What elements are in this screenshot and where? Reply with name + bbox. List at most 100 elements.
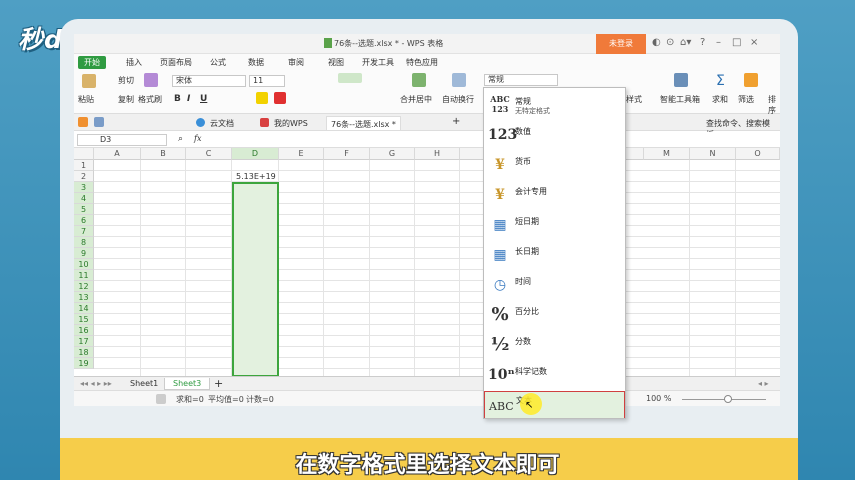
font-name-select[interactable]: 宋体 (172, 75, 246, 87)
selected-range-d3-d19[interactable] (232, 182, 279, 377)
smart-toolbox-button[interactable]: 智能工具箱 (660, 94, 700, 105)
row-header-13[interactable]: 13 (74, 292, 94, 303)
close-icon[interactable]: × (750, 37, 758, 48)
row-header-11[interactable]: 11 (74, 270, 94, 281)
merge-center-icon[interactable] (412, 73, 426, 87)
add-sheet-button[interactable]: + (206, 378, 231, 390)
minimize-icon[interactable]: – (716, 37, 721, 48)
zoom-level[interactable]: 100 % (646, 394, 671, 403)
macro-icon[interactable] (156, 394, 166, 404)
font-color-icon[interactable] (274, 92, 286, 104)
add-tab-button[interactable]: + (448, 116, 464, 130)
align-icon[interactable] (338, 73, 362, 83)
zoom-slider-handle[interactable] (724, 395, 732, 403)
row-header-16[interactable]: 16 (74, 325, 94, 336)
menu-view[interactable]: 视图 (328, 57, 344, 68)
row-header-15[interactable]: 15 (74, 314, 94, 325)
column-header-a[interactable]: A (94, 148, 141, 160)
column-header-b[interactable]: B (141, 148, 186, 160)
cut-button[interactable]: 剪切 (118, 75, 134, 86)
login-button[interactable]: 未登录 (596, 34, 646, 54)
row-header-4[interactable]: 4 (74, 193, 94, 204)
skin-icon[interactable]: ◐ (652, 37, 661, 48)
row-header-6[interactable]: 6 (74, 215, 94, 226)
row-header-1[interactable]: 1 (74, 160, 94, 171)
row-header-10[interactable]: 10 (74, 259, 94, 270)
merge-center-button[interactable]: 合并居中 (400, 94, 432, 105)
select-all-corner[interactable] (74, 148, 94, 160)
format-option-percentage[interactable]: % 百分比 (484, 300, 625, 330)
menu-data[interactable]: 数据 (248, 57, 264, 68)
format-option-accounting[interactable]: ¥ 会计专用 (484, 180, 625, 210)
row-header-18[interactable]: 18 (74, 347, 94, 358)
format-option-time[interactable]: ◷ 时间 (484, 270, 625, 300)
menu-review[interactable]: 审阅 (288, 57, 304, 68)
tab-my-wps[interactable]: 我的WPS (270, 116, 312, 130)
style-button[interactable]: 样式 (626, 94, 642, 105)
wps-menu-icon[interactable] (78, 117, 88, 127)
wrap-text-icon[interactable] (452, 73, 466, 87)
number-format-select[interactable]: 常规 (484, 74, 558, 86)
row-header-19[interactable]: 19 (74, 358, 94, 369)
format-option-scientific[interactable]: 10ⁿ 科学记数 (484, 360, 625, 390)
tab-cloud-docs[interactable]: 云文档 (206, 116, 238, 130)
save-icon[interactable] (94, 117, 104, 127)
row-header-8[interactable]: 8 (74, 237, 94, 248)
column-header-f[interactable]: F (324, 148, 370, 160)
search-command-input[interactable]: 查找命令、搜索模板 (702, 116, 780, 139)
column-header-h[interactable]: H (415, 148, 460, 160)
format-option-fraction[interactable]: ½ 分数 (484, 330, 625, 360)
format-option-short-date[interactable]: ▦ 短日期 (484, 210, 625, 240)
format-option-text[interactable]: ABC 文本 (484, 391, 625, 418)
cell-d2[interactable]: 5.13E+19 (236, 172, 276, 181)
sheet-tab-sheet1[interactable]: Sheet1 (122, 378, 166, 390)
home-icon[interactable]: ⌂▾ (680, 37, 691, 48)
maximize-icon[interactable]: □ (732, 37, 741, 48)
tab-document[interactable]: 76条--选题.xlsx * (326, 116, 401, 130)
column-header-e[interactable]: E (279, 148, 324, 160)
format-option-general[interactable]: ABC 123 常规 无特定格式 (484, 90, 625, 120)
row-header-5[interactable]: 5 (74, 204, 94, 215)
menu-formula[interactable]: 公式 (210, 57, 226, 68)
underline-button[interactable]: U (200, 94, 207, 104)
column-header-g[interactable]: G (370, 148, 415, 160)
menu-home[interactable]: 开始 (78, 56, 106, 69)
wrap-text-button[interactable]: 自动换行 (442, 94, 474, 105)
sheet-nav-icon[interactable]: ◂◂ ◂ ▸ ▸▸ (80, 379, 112, 388)
row-header-9[interactable]: 9 (74, 248, 94, 259)
format-painter-button[interactable]: 格式刷 (138, 94, 162, 105)
format-option-number[interactable]: 123 数值 (484, 120, 625, 150)
column-header-c[interactable]: C (186, 148, 232, 160)
row-header-17[interactable]: 17 (74, 336, 94, 347)
font-size-select[interactable]: 11 (249, 75, 285, 87)
row-header-3[interactable]: 3 (74, 182, 94, 193)
row-header-12[interactable]: 12 (74, 281, 94, 292)
filter-button[interactable]: 筛选 (738, 94, 754, 105)
settings-icon[interactable]: ⊙ (666, 37, 674, 48)
column-header-m[interactable]: M (644, 148, 690, 160)
sum-icon[interactable]: Σ (716, 73, 725, 89)
menu-features[interactable]: 特色应用 (406, 57, 438, 68)
paste-button[interactable]: 粘贴 (78, 94, 94, 105)
row-header-2[interactable]: 2 (74, 171, 94, 182)
sum-button[interactable]: 求和 (712, 94, 728, 105)
menu-insert[interactable]: 插入 (126, 57, 142, 68)
fx-icon[interactable]: fx (194, 134, 201, 143)
zoom-search-icon[interactable]: ⌕ (178, 134, 183, 144)
row-header-14[interactable]: 14 (74, 303, 94, 314)
italic-button[interactable]: I (187, 94, 190, 104)
bold-button[interactable]: B (174, 94, 181, 104)
format-option-long-date[interactable]: ▦ 长日期 (484, 240, 625, 270)
scroll-right-icon[interactable]: ◂ ▸ (758, 379, 769, 388)
sheet-tab-sheet3[interactable]: Sheet3 (164, 378, 211, 390)
help-icon[interactable]: ? (700, 37, 705, 48)
toolbox-icon[interactable] (674, 73, 688, 87)
column-header-d[interactable]: D (232, 148, 279, 160)
menu-developer[interactable]: 开发工具 (362, 57, 394, 68)
row-header-7[interactable]: 7 (74, 226, 94, 237)
name-box[interactable]: D3 (77, 134, 167, 146)
fill-color-icon[interactable] (256, 92, 268, 104)
menu-page-layout[interactable]: 页面布局 (160, 57, 192, 68)
paste-icon[interactable] (82, 74, 96, 88)
column-header-o[interactable]: O (736, 148, 780, 160)
